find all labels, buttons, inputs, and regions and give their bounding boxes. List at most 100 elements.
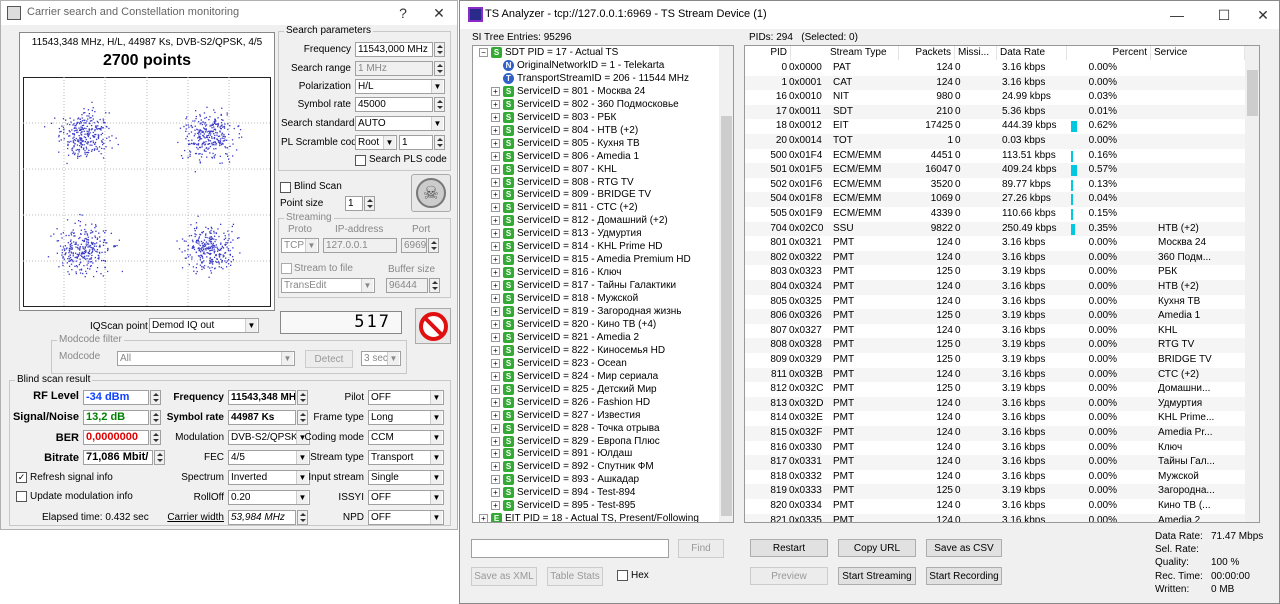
symbol-rate-input[interactable]: 45000	[355, 97, 433, 112]
expand-icon[interactable]: +	[491, 177, 500, 187]
expand-icon[interactable]: +	[491, 281, 500, 291]
search-range-spin[interactable]	[434, 61, 445, 76]
ts-close-button[interactable]: ✕	[1246, 3, 1280, 27]
tree-scrollbar[interactable]	[719, 46, 733, 522]
expand-icon[interactable]: +	[491, 397, 500, 407]
table-row[interactable]: 821 0x0335 PMT 124 0 3.16 kbps 0.00% Amedia 2	[745, 513, 1245, 522]
refresh-signal-checkbox[interactable]: ✓	[16, 472, 27, 483]
spectrum-select[interactable]: Inverted	[228, 470, 310, 485]
expand-icon[interactable]: +	[491, 112, 500, 122]
tree-scroll-thumb[interactable]	[721, 116, 732, 516]
table-row[interactable]: 504 0x01F8 ECM/EMM 1069 0 27.26 kbps 0.04%	[745, 192, 1245, 207]
expand-icon[interactable]: +	[491, 345, 500, 355]
modcode-select[interactable]: All	[117, 351, 295, 366]
coding-mode-select[interactable]: CCM	[368, 430, 444, 445]
table-row[interactable]: 811 0x032B PMT 124 0 3.16 kbps 0.00% СТС (+2)	[745, 367, 1245, 383]
expand-icon[interactable]: +	[491, 358, 500, 368]
column-header[interactable]: Packets	[899, 46, 955, 60]
table-row[interactable]: 803 0x0323 PMT 125 0 3.19 kbps 0.00% РБК	[745, 265, 1245, 280]
table-row[interactable]: 816 0x0330 PMT 124 0 3.16 kbps 0.00% Ключ	[745, 441, 1245, 456]
hex-checkbox[interactable]	[617, 570, 628, 581]
table-row[interactable]: 818 0x0332 PMT 124 0 3.16 kbps 0.00% Мужской	[745, 470, 1245, 485]
table-row[interactable]: 819 0x0333 PMT 125 0 3.19 kbps 0.00% Загородна.…	[745, 484, 1245, 499]
copy-url-button[interactable]: Copy URL	[838, 539, 916, 557]
expand-icon[interactable]: +	[491, 151, 500, 161]
pilot-select[interactable]: OFF	[368, 390, 444, 405]
expand-icon[interactable]: +	[491, 307, 500, 316]
point-size-spin[interactable]	[364, 196, 375, 211]
table-row[interactable]: 0 0x0000 PAT 124 0 3.16 kbps 0.00%	[745, 61, 1245, 76]
search-pls-checkbox[interactable]	[355, 155, 366, 166]
table-row[interactable]: 820 0x0334 PMT 124 0 3.16 kbps 0.00% Кино ТВ (.…	[745, 499, 1245, 514]
expand-icon[interactable]: +	[491, 86, 500, 96]
table-row[interactable]: 500 0x01F4 ECM/EMM 4451 0 113.51 kbps 0.16%	[745, 149, 1245, 164]
expand-icon[interactable]: +	[491, 255, 500, 265]
find-button[interactable]: Find	[678, 539, 724, 558]
pls-code-input[interactable]: 1	[399, 135, 433, 150]
stop-button[interactable]	[415, 308, 451, 344]
pls-root-select[interactable]: Root	[355, 135, 397, 150]
maximize-button[interactable]: ☐	[1207, 3, 1241, 27]
frame-type-select[interactable]: Long	[368, 410, 444, 425]
blind-scan-checkbox[interactable]	[280, 182, 291, 193]
table-row[interactable]: 815 0x032F PMT 124 0 3.16 kbps 0.00% Amedia Pr.…	[745, 426, 1245, 441]
table-row[interactable]: 501 0x01F5 ECM/EMM 16047 0 409.24 kbps 0.57%	[745, 163, 1245, 178]
column-header[interactable]	[791, 46, 831, 60]
expand-icon[interactable]: +	[491, 501, 500, 511]
start-recording-button[interactable]: Start Recording	[926, 567, 1002, 585]
table-row[interactable]: 704 0x02C0 SSU 9822 0 250.49 kbps 0.35% НТВ (+2…	[745, 221, 1245, 237]
search-standard-select[interactable]: AUTO	[355, 116, 445, 131]
close-button[interactable]: ✕	[422, 1, 456, 25]
expand-icon[interactable]: +	[491, 475, 500, 485]
pls-code-spin[interactable]	[434, 135, 445, 150]
table-row[interactable]: 809 0x0329 PMT 125 0 3.19 kbps 0.00% BRIDGE TV	[745, 353, 1245, 368]
frequency-spin[interactable]	[434, 42, 445, 57]
column-header[interactable]: Missi...	[955, 46, 997, 60]
carrier-width-label[interactable]: Carrier width	[161, 512, 224, 523]
expand-icon[interactable]: +	[491, 332, 500, 342]
rolloff-select[interactable]: 0.20	[228, 490, 310, 505]
column-header[interactable]: Stream Type	[827, 46, 899, 60]
skull-button[interactable]: ☠	[411, 174, 451, 212]
expand-icon[interactable]: +	[491, 319, 500, 329]
restart-button[interactable]: Restart	[750, 539, 828, 557]
update-modulation-checkbox[interactable]	[16, 491, 27, 502]
expand-icon[interactable]: +	[491, 488, 500, 498]
column-header[interactable]: Data Rate	[997, 46, 1067, 60]
expand-icon[interactable]: +	[491, 138, 500, 148]
save-xml-button[interactable]: Save as XML	[471, 567, 537, 586]
buffer-size-spin[interactable]	[429, 278, 440, 293]
symbol-rate-spin[interactable]	[434, 97, 445, 112]
polarization-select[interactable]: H/L	[355, 79, 445, 94]
expand-icon[interactable]: +	[491, 410, 500, 420]
expand-icon[interactable]: +	[491, 423, 500, 433]
table-row[interactable]: 817 0x0331 PMT 124 0 3.16 kbps 0.00% Тайны Гал.…	[745, 455, 1245, 470]
fec-select[interactable]: 4/5	[228, 450, 310, 465]
table-scroll-thumb[interactable]	[1247, 70, 1258, 116]
table-row[interactable]: 16 0x0010 NIT 980 0 24.99 kbps 0.03%	[745, 90, 1245, 105]
expand-icon[interactable]: +	[479, 514, 488, 522]
table-row[interactable]: 812 0x032C PMT 125 0 3.19 kbps 0.00% Домашни...	[745, 382, 1245, 397]
table-row[interactable]: 805 0x0325 PMT 124 0 3.16 kbps 0.00% Кухня ТВ	[745, 295, 1245, 310]
si-tree[interactable]: − S SDT PID = 17 - Actual TS N OriginalNetwo…	[472, 45, 734, 523]
column-header[interactable]: Percent	[1067, 46, 1151, 60]
column-header[interactable]: Service	[1151, 46, 1245, 60]
rf-level-spin[interactable]	[150, 390, 161, 405]
expand-icon[interactable]: +	[491, 436, 500, 446]
table-row[interactable]: 802 0x0322 PMT 124 0 3.16 kbps 0.00% 360 Подм..…	[745, 250, 1245, 266]
table-row[interactable]: 807 0x0327 PMT 124 0 3.16 kbps 0.00% KHL	[745, 324, 1245, 339]
point-size-input[interactable]: 1	[345, 196, 363, 211]
save-csv-button[interactable]: Save as CSV	[926, 539, 1002, 557]
buffer-size-input[interactable]: 96444	[386, 278, 428, 293]
pid-table[interactable]: PID Stream Type Packets Missi... Data Rate Pe…	[744, 45, 1260, 523]
table-row[interactable]: 804 0x0324 PMT 124 0 3.16 kbps 0.00% НТВ (+2)	[745, 280, 1245, 295]
port-spin[interactable]	[428, 238, 439, 253]
issyi-select[interactable]: OFF	[368, 490, 444, 505]
proto-select[interactable]: TCP	[281, 238, 319, 253]
table-scrollbar[interactable]	[1245, 46, 1259, 522]
frequency-input[interactable]: 11543,000 MHz	[355, 42, 433, 57]
table-row[interactable]: 801 0x0321 PMT 124 0 3.16 kbps 0.00% Москва 24	[745, 236, 1245, 251]
minimize-button[interactable]: —	[1160, 3, 1194, 27]
table-row[interactable]: 18 0x0012 EIT 17425 0 444.39 kbps 0.62%	[745, 119, 1245, 134]
start-streaming-button[interactable]: Start Streaming	[838, 567, 916, 585]
